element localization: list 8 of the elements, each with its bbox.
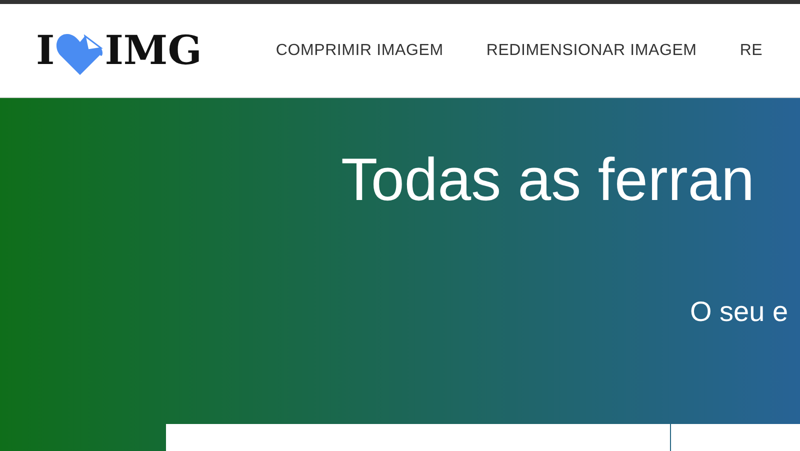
nav-link[interactable]: COMPRIMIR IMAGEM <box>276 42 444 60</box>
hero-subtitle: O seu e <box>690 298 790 326</box>
logo-letter: I <box>36 30 55 70</box>
logo[interactable]: I IMG <box>36 30 202 70</box>
nav-link[interactable]: REDIMENSIONAR IMAGEM <box>486 42 697 60</box>
hero-title: Todas as ferran <box>341 150 756 210</box>
nav-link[interactable]: RE <box>740 42 763 60</box>
logo-text: IMG <box>104 30 202 70</box>
